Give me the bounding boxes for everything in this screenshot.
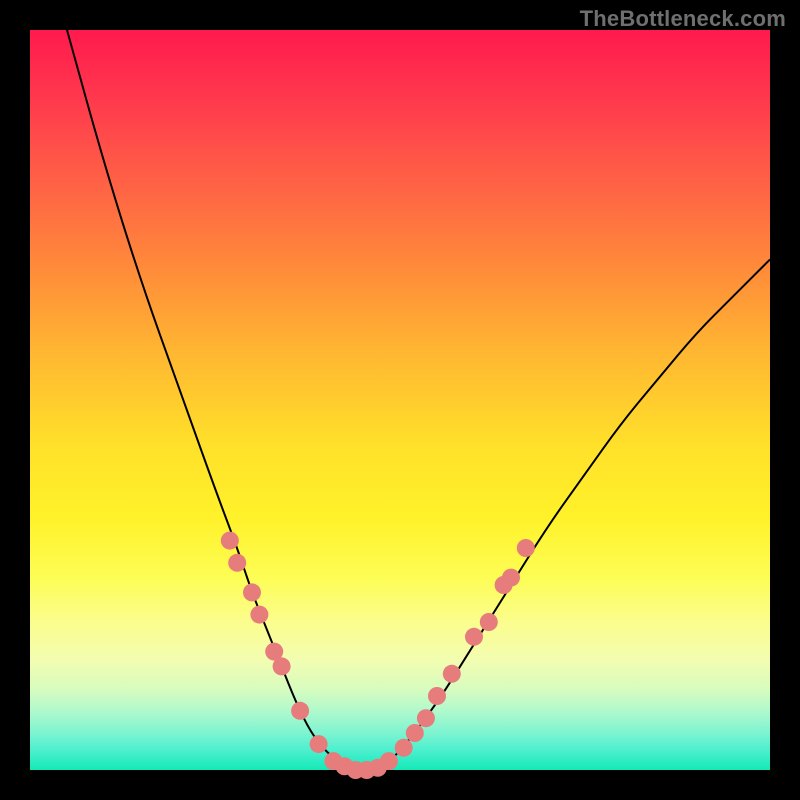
data-dot bbox=[380, 752, 398, 770]
chart-frame: TheBottleneck.com bbox=[0, 0, 800, 800]
data-dot bbox=[310, 735, 328, 753]
data-dot bbox=[395, 739, 413, 757]
bottleneck-curve bbox=[67, 30, 770, 770]
data-dots bbox=[221, 532, 535, 779]
data-dot bbox=[465, 628, 483, 646]
data-dot bbox=[291, 702, 309, 720]
watermark-text: TheBottleneck.com bbox=[580, 6, 786, 32]
data-dot bbox=[428, 687, 446, 705]
data-dot bbox=[221, 532, 239, 550]
data-dot bbox=[273, 657, 291, 675]
data-dot bbox=[480, 613, 498, 631]
plot-area bbox=[30, 30, 770, 770]
chart-svg bbox=[30, 30, 770, 770]
data-dot bbox=[502, 569, 520, 587]
data-dot bbox=[406, 724, 424, 742]
data-dot bbox=[443, 665, 461, 683]
data-dot bbox=[517, 539, 535, 557]
data-dot bbox=[243, 583, 261, 601]
data-dot bbox=[250, 606, 268, 624]
data-dot bbox=[417, 709, 435, 727]
data-dot bbox=[228, 554, 246, 572]
